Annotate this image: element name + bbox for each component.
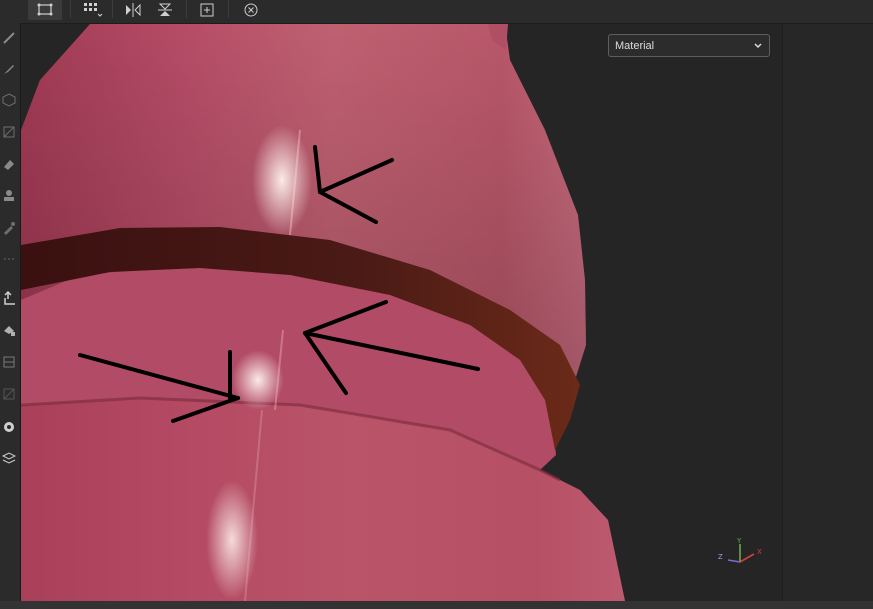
stamp-icon[interactable]	[0, 187, 18, 205]
layers-icon[interactable]	[0, 353, 18, 371]
shading-icon[interactable]	[0, 123, 18, 141]
z-axis-label: Z	[718, 553, 723, 561]
mask-icon[interactable]	[0, 385, 18, 403]
x-axis-label: X	[757, 548, 762, 556]
eraser-icon[interactable]	[0, 155, 18, 173]
toolbar-separator	[70, 0, 71, 18]
y-axis-label: Y	[736, 537, 742, 545]
pen-icon[interactable]	[0, 60, 18, 78]
bottom-bar	[0, 601, 873, 609]
x-axis	[739, 553, 755, 563]
mirror-icon[interactable]	[122, 0, 144, 20]
z-axis	[727, 559, 741, 563]
3d-viewport[interactable]: Material X Y Z	[21, 24, 782, 601]
chevron-down-icon	[753, 41, 763, 54]
left-tool-strip	[0, 23, 21, 609]
select-vertices-icon[interactable]	[28, 0, 62, 20]
face-icon[interactable]	[0, 418, 18, 436]
cube-icon[interactable]	[0, 91, 18, 109]
toolbar-separator	[112, 0, 113, 18]
material-tool-icon[interactable]	[0, 321, 18, 339]
shading-mode-value: Material	[615, 39, 655, 52]
toolbar-separator	[228, 0, 229, 18]
brush-icon[interactable]	[0, 29, 18, 47]
reset-icon[interactable]	[240, 0, 262, 20]
top-toolbar	[0, 0, 873, 24]
frame-icon[interactable]	[196, 0, 218, 20]
export-icon[interactable]	[0, 289, 18, 307]
axis-gizmo: X Y Z	[714, 536, 764, 572]
tool-group-divider	[0, 255, 18, 263]
mesh-render	[21, 24, 625, 601]
shading-mode-dropdown[interactable]: Material	[608, 34, 770, 57]
eyedropper-icon[interactable]	[0, 219, 18, 237]
grid-select-icon[interactable]	[80, 0, 106, 20]
toolbar-separator	[186, 0, 187, 18]
symmetry-icon[interactable]	[154, 0, 176, 20]
layers-stack-icon[interactable]	[0, 449, 18, 467]
right-panel	[782, 24, 873, 601]
